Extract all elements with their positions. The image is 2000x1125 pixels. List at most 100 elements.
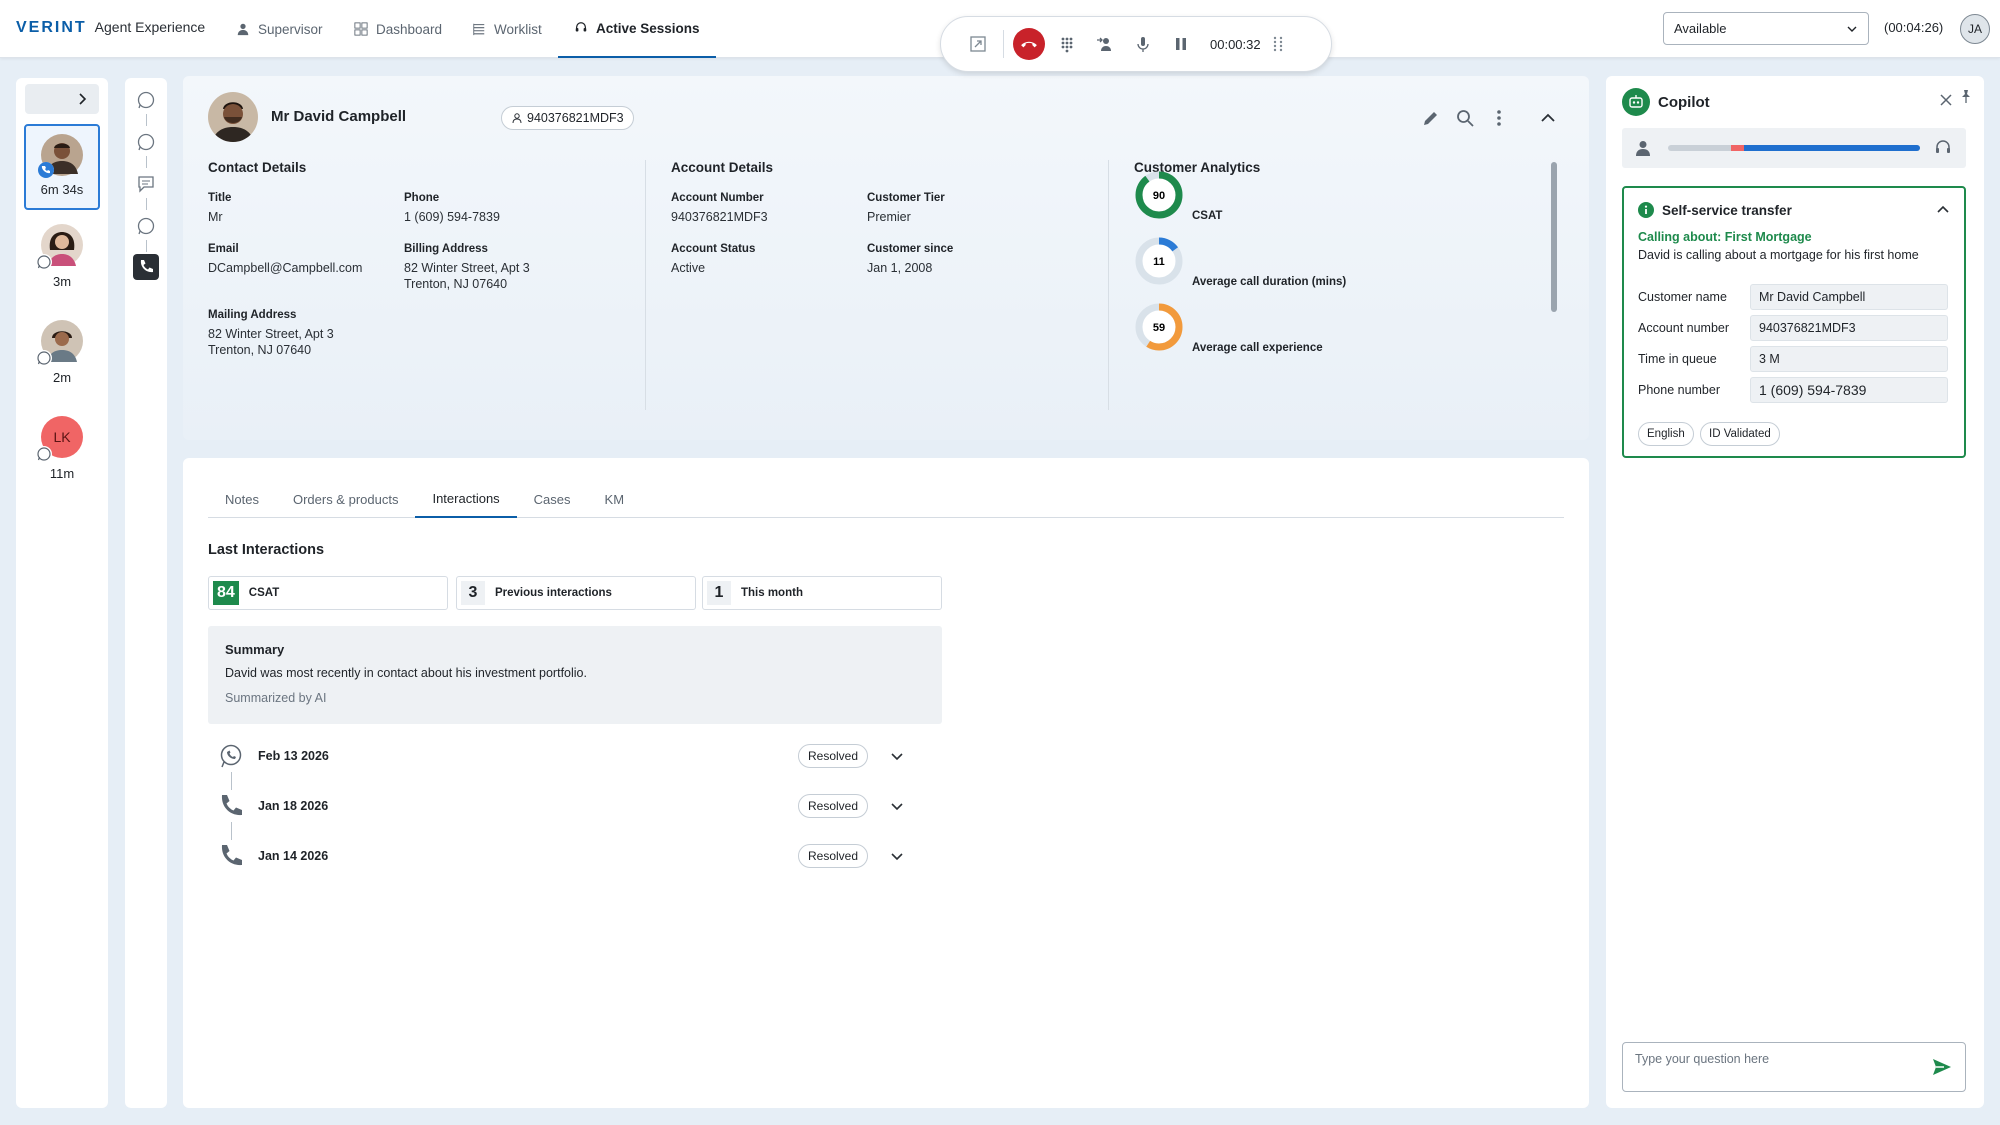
interactions-panel: Notes Orders & products Interactions Cas…: [183, 458, 1589, 1108]
nav-dashboard-label: Dashboard: [376, 21, 443, 37]
send-icon[interactable]: [1931, 1056, 1953, 1078]
divider: [645, 160, 646, 410]
search-icon[interactable]: [1455, 108, 1475, 128]
field-label: Account number: [1638, 321, 1730, 335]
user-avatar[interactable]: JA: [1960, 14, 1990, 44]
chevron-down-icon[interactable]: [890, 799, 904, 813]
session-item[interactable]: 3m: [24, 224, 100, 289]
active-phone-channel[interactable]: [133, 254, 159, 280]
customer-tier-label: Customer Tier: [867, 192, 945, 204]
billing-address-line1: 82 Winter Street, Apt 3: [404, 261, 530, 275]
tab-km[interactable]: KM: [588, 480, 642, 518]
interaction-row[interactable]: Jan 18 2026 Resolved: [218, 791, 942, 821]
tab-notes[interactable]: Notes: [208, 480, 276, 518]
account-status-value: Active: [671, 261, 706, 275]
divider: [1108, 160, 1109, 410]
field-label: Phone number: [1638, 383, 1721, 397]
field-time-in-queue: Time in queue 3 M: [1638, 346, 1950, 372]
summary-source: Summarized by AI: [225, 691, 327, 705]
progress-segment-red: [1731, 145, 1744, 151]
gauge-value: 59: [1153, 322, 1165, 334]
chevron-up-icon[interactable]: [1538, 108, 1558, 128]
status-badge: Resolved: [798, 844, 869, 868]
session-item[interactable]: 6m 34s: [24, 124, 100, 210]
stat-csat: 84 CSAT: [208, 576, 448, 610]
session-time: 2m: [52, 370, 72, 385]
transfer-button[interactable]: [1086, 25, 1124, 63]
nav-worklist-label: Worklist: [494, 21, 542, 37]
phone-value: 1 (609) 594-7839: [404, 210, 500, 224]
copilot-logo: [1622, 88, 1650, 116]
self-service-transfer-card: Self-service transfer Calling about: Fir…: [1622, 186, 1966, 458]
availability-value: Available: [1674, 21, 1727, 36]
account-number-value: 940376821MDF3: [671, 210, 768, 224]
contact-panel: Mr David Campbell 940376821MDF3 Contact …: [183, 76, 1589, 440]
interaction-row[interactable]: Jan 14 2026 Resolved: [218, 841, 942, 871]
scrollbar[interactable]: [1551, 162, 1557, 312]
avg-call-duration-label: Average call duration (mins): [1192, 276, 1347, 288]
keypad-button[interactable]: [1048, 25, 1086, 63]
whatsapp-icon[interactable]: [136, 132, 156, 152]
whatsapp-icon[interactable]: [136, 216, 156, 236]
copilot-question-input[interactable]: Type your question here: [1622, 1042, 1966, 1092]
divider: [146, 156, 147, 168]
hold-button[interactable]: [1162, 25, 1200, 63]
more-options-icon[interactable]: [1489, 108, 1509, 128]
chevron-down-icon[interactable]: [890, 849, 904, 863]
field-phone-number: Phone number 1 (609) 594-7839: [1638, 377, 1950, 403]
account-pill[interactable]: 940376821MDF3: [501, 106, 634, 130]
field-label: Customer name: [1638, 290, 1727, 304]
field-value: 940376821MDF3: [1750, 315, 1948, 341]
keypad-icon: [1061, 37, 1073, 53]
summary-card: Summary David was most recently in conta…: [208, 626, 942, 724]
drag-handle[interactable]: [1267, 25, 1289, 63]
customer-since-label: Customer since: [867, 243, 954, 255]
field-value: 3 M: [1750, 346, 1948, 372]
chevron-down-icon: [1847, 26, 1857, 32]
call-progress-bar: [1622, 128, 1966, 168]
person-icon: [512, 113, 522, 124]
mailing-address-line1: 82 Winter Street, Apt 3: [208, 327, 334, 341]
interaction-date: Jan 14 2026: [258, 849, 329, 863]
expand-button[interactable]: [959, 25, 997, 63]
analytics-gauge: 90: [1135, 171, 1183, 219]
expand-sessions-button[interactable]: [25, 84, 99, 114]
tab-interactions[interactable]: Interactions: [415, 480, 517, 518]
account-number-label: Account Number: [671, 192, 764, 204]
mute-button[interactable]: [1124, 25, 1162, 63]
avg-call-experience-label: Average call experience: [1192, 342, 1323, 354]
session-item[interactable]: 2m: [24, 320, 100, 385]
nav-active-sessions[interactable]: Active Sessions: [558, 0, 716, 58]
stat-label: This month: [741, 587, 803, 599]
email-label: Email: [208, 243, 239, 255]
microphone-icon: [1137, 37, 1149, 52]
hang-up-icon: [1021, 41, 1037, 48]
availability-select[interactable]: Available: [1663, 12, 1869, 45]
tab-cases[interactable]: Cases: [517, 480, 588, 518]
verint-logo: VERINT: [16, 19, 87, 36]
session-item[interactable]: LK 11m: [24, 416, 100, 481]
phone-label: Phone: [404, 192, 440, 204]
whatsapp-channel-icon: [36, 254, 52, 270]
nav-active-sessions-label: Active Sessions: [596, 20, 700, 36]
chevron-up-icon[interactable]: [1936, 203, 1950, 217]
field-value: 1 (609) 594-7839: [1750, 377, 1948, 403]
chevron-down-icon[interactable]: [890, 749, 904, 763]
gauge-value: 11: [1153, 256, 1165, 268]
hang-up-button[interactable]: [1010, 25, 1048, 63]
whatsapp-icon[interactable]: [136, 90, 156, 110]
edit-icon[interactable]: [1421, 108, 1441, 128]
chat-icon[interactable]: [136, 174, 156, 194]
nav-worklist[interactable]: Worklist: [472, 0, 542, 58]
interaction-row[interactable]: Feb 13 2026 Resolved: [218, 741, 942, 771]
tab-orders-products[interactable]: Orders & products: [276, 480, 416, 518]
phone-icon: [221, 845, 242, 866]
email-value: DCampbell@Campbell.com: [208, 261, 363, 275]
tab-bar: Notes Orders & products Interactions Cas…: [208, 480, 1564, 518]
nav-supervisor[interactable]: Supervisor: [236, 0, 323, 58]
close-icon[interactable]: [1936, 90, 1956, 110]
pin-icon[interactable]: [1958, 88, 1974, 104]
nav-dashboard[interactable]: Dashboard: [354, 0, 442, 58]
person-icon: [1636, 141, 1650, 156]
nav-supervisor-label: Supervisor: [258, 21, 323, 37]
